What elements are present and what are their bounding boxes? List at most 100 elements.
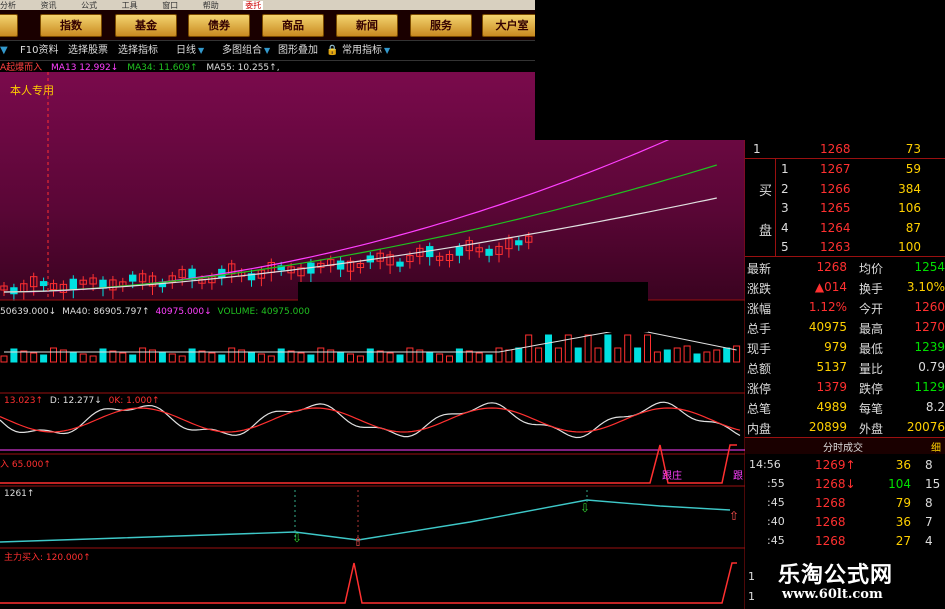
signal-line-2 — [0, 562, 737, 604]
volume-bar — [455, 348, 463, 363]
quote-value: 1239 — [914, 340, 945, 354]
volume-group — [0, 334, 741, 363]
quote-row: 现手 979 最低 1239 — [745, 338, 945, 358]
volume-bar — [703, 351, 711, 363]
volume-bar — [347, 353, 354, 363]
quote-label: 总额 — [747, 362, 772, 376]
volume-bar — [287, 350, 295, 363]
volume-bar — [396, 354, 404, 363]
volume-bar — [663, 349, 671, 363]
volume-bar — [99, 348, 107, 363]
tick-time: 14:56 — [749, 458, 781, 471]
buy-row: 4 1264 87 — [745, 219, 945, 239]
tick-row: :45 1268 27 4 — [745, 532, 945, 552]
volume: 100 — [898, 240, 921, 254]
level: 5 — [781, 240, 789, 254]
volume-bar — [129, 354, 137, 363]
volume-bar — [426, 351, 434, 363]
quote-value: 4989 — [816, 400, 847, 414]
price: 1267 — [820, 162, 851, 176]
quote-row: 涨停 1379 跌停 1129 — [745, 378, 945, 398]
quote-value: 40975 — [808, 320, 847, 334]
down-arrow-icon: ⇩ — [292, 531, 302, 545]
volume-bar — [683, 345, 691, 363]
tick-volume: 79 — [895, 496, 911, 510]
quote-row: 内盘 20899 外盘 20076 — [745, 418, 945, 438]
candle — [396, 261, 404, 267]
volume-bar — [89, 355, 97, 363]
tick-price: 1268↓ — [815, 477, 856, 491]
candle — [485, 248, 493, 256]
volume-bar — [168, 353, 176, 363]
volume-bar — [515, 347, 523, 363]
quote-label: 涨跌 — [747, 282, 772, 296]
volume-ma40: MA40: 86905.797↑ — [62, 307, 150, 317]
volume-bar — [604, 334, 612, 363]
volume-info: 50639.000↓ MA40: 86905.797↑ 40975.000↓ V… — [0, 307, 310, 317]
buy-row: 1 1267 59 — [745, 160, 945, 180]
quote-value: 20076 — [906, 420, 945, 434]
level: 3 — [781, 201, 789, 215]
quote-value: 0.79 — [918, 360, 945, 374]
kdj-info: 13.023↑ D: 12.277↓ 0K: 1.000↑ — [4, 396, 159, 406]
level: 1 — [753, 142, 761, 156]
volume-bar — [535, 347, 543, 363]
tick-count: 15 — [925, 477, 941, 491]
volume-bar — [594, 347, 602, 363]
quote-value: ▲014 — [814, 280, 847, 294]
kdj-j: 0K: 1.000↑ — [108, 396, 160, 406]
quote-label: 最低 — [859, 342, 884, 356]
volume-bar — [653, 351, 661, 363]
buy-row: 5 1263 100 — [745, 238, 945, 258]
quote-row: 总额 5137 量比 0.79 — [745, 358, 945, 378]
quote-label: 均价 — [859, 262, 884, 276]
volume-bar — [218, 354, 226, 363]
volume-bar — [188, 348, 196, 363]
down-arrow-icon: ⇩ — [580, 501, 590, 515]
volume-bar — [693, 353, 701, 363]
quote-label: 总手 — [747, 322, 772, 336]
tick-count: 8 — [925, 496, 933, 510]
quote-label: 换手 — [859, 282, 884, 296]
candle — [129, 274, 137, 282]
quote-value: 8.2 — [925, 400, 945, 414]
price: 1268 — [820, 142, 851, 156]
quote-label: 外盘 — [859, 422, 884, 436]
candles-group — [0, 112, 741, 301]
up-arrow-icon: ⇧ — [729, 509, 739, 523]
volume-bar — [495, 347, 503, 363]
quote-row: 涨跌 ▲014 换手 3.10% — [745, 278, 945, 298]
right-black-area — [748, 0, 945, 140]
quote-value: 1268 — [816, 260, 847, 274]
ticks-header-right[interactable]: 细 — [931, 439, 941, 454]
volume-bar — [317, 347, 325, 363]
quote-value: 20899 — [808, 420, 847, 434]
quote-label: 总笔 — [747, 402, 772, 416]
volume-bar — [485, 354, 493, 363]
candle — [10, 287, 18, 295]
quote-label: 最高 — [859, 322, 884, 336]
quote-value: 1129 — [914, 380, 945, 394]
quote-label: 最新 — [747, 262, 772, 276]
volume-bar — [119, 352, 127, 363]
quote-value: 3.10% — [906, 280, 945, 294]
tick-volume: 36 — [895, 458, 911, 472]
quote-value: 1270 — [914, 320, 945, 334]
tick-count: 4 — [925, 534, 933, 548]
volume-bar — [554, 347, 562, 363]
quote-label: 涨停 — [747, 382, 772, 396]
quote-label: 每笔 — [859, 402, 884, 416]
quote-value: 979 — [824, 340, 847, 354]
candle — [69, 278, 77, 290]
volume-bar — [79, 353, 87, 363]
tick-volume: 36 — [895, 515, 911, 529]
volume-bar — [10, 348, 18, 363]
volume-bar — [634, 347, 642, 363]
volume-bar — [139, 347, 147, 363]
tick-time: :45 — [767, 534, 785, 547]
volume: 106 — [898, 201, 921, 215]
volume: 87 — [905, 220, 921, 235]
volume-bar — [624, 334, 632, 363]
volume-bar — [20, 350, 28, 363]
volume-bar — [228, 347, 236, 363]
